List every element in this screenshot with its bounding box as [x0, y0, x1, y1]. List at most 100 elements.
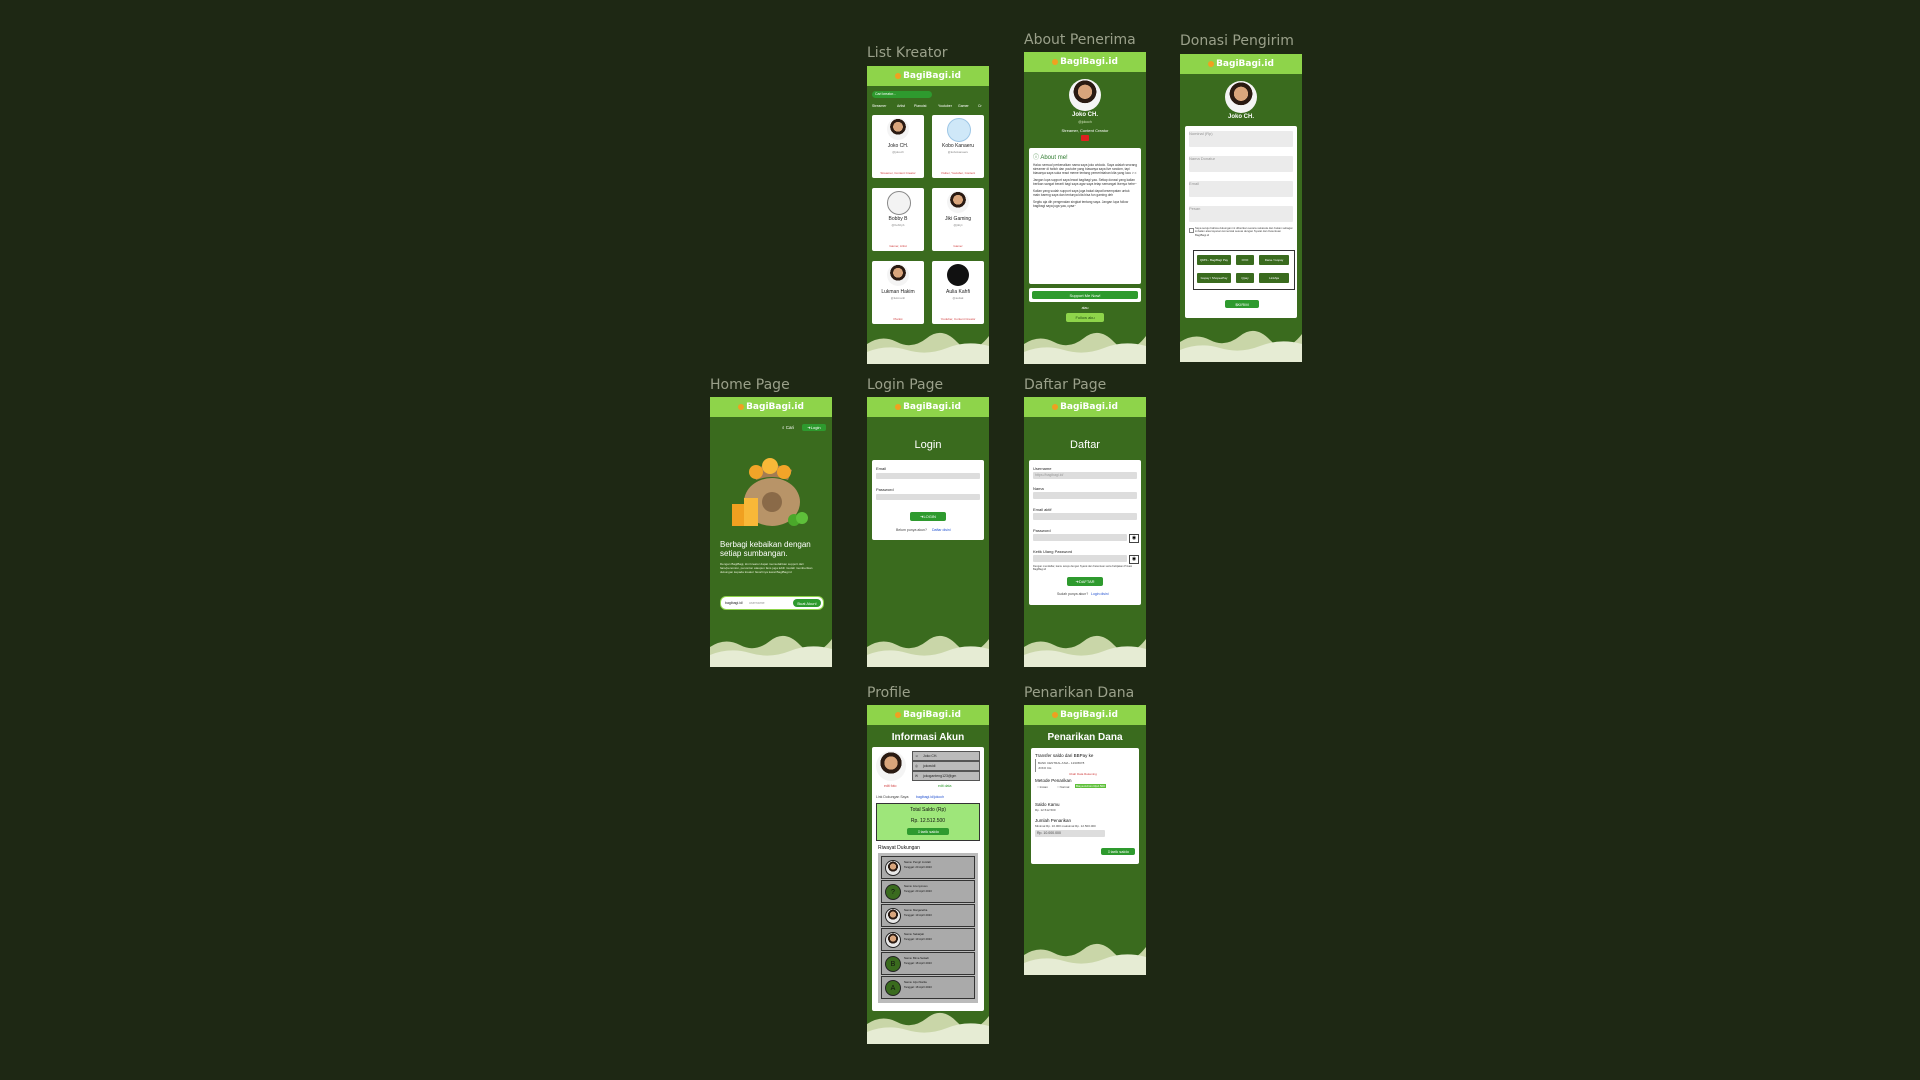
register-link[interactable]: Daftar disini: [932, 528, 950, 532]
app-header: BagiBagi.id: [1180, 54, 1302, 74]
frame-title-profile: Profile: [867, 685, 911, 701]
payment-gopay[interactable]: Gopay / ShopeePay: [1197, 273, 1231, 283]
tab-youtuber[interactable]: Youtuber: [938, 104, 952, 108]
eye-icon[interactable]: ◉: [1129, 555, 1139, 564]
payment-qpay[interactable]: Qpay: [1236, 273, 1254, 283]
method-instant[interactable]: ○ Instan: [1037, 785, 1048, 789]
register-submit-button[interactable]: ➜ DAFTAR: [1067, 577, 1103, 586]
tab-pianoist[interactable]: Pianoist: [914, 104, 926, 108]
have-account-text: Sudah punya akun?: [1057, 592, 1089, 596]
search-input[interactable]: Cari kreator...: [872, 91, 932, 98]
nominal-input[interactable]: [1189, 131, 1293, 147]
email-label: Email: [876, 466, 887, 471]
history-row: B Nama: Bima Setiadi Tanggal: 18 April 202…: [881, 952, 975, 975]
about-text: Haloo semua! perkenalkan nama saya joko …: [1033, 163, 1138, 208]
payment-dana[interactable]: Dana / Gopay: [1259, 255, 1289, 265]
email-input[interactable]: [1033, 513, 1137, 520]
email-input[interactable]: [1189, 181, 1293, 197]
create-account-button[interactable]: Buat Akun!: [793, 599, 821, 607]
username-placeholder: username: [749, 601, 765, 605]
password-input[interactable]: [1033, 534, 1127, 541]
login-submit-button[interactable]: ➜ LOGIN: [910, 512, 946, 521]
logo-icon: [1052, 404, 1059, 410]
payment-linkaja[interactable]: LinkAja: [1259, 273, 1289, 283]
avatar: [947, 264, 969, 286]
creator-handle: @bobbyb: [891, 223, 905, 227]
tab-more[interactable]: Cr: [978, 104, 982, 108]
login-button[interactable]: ➜ Login: [802, 424, 826, 431]
history-name: Nama: Pengri Jumlah: [904, 860, 931, 864]
tab-streamer[interactable]: Streamer: [872, 104, 886, 108]
creator-card[interactable]: Kobo Kanaeru @kobokanaeru Vtuber, Youtub…: [932, 115, 984, 178]
history-date: Tanggal: 18 April 2023: [904, 961, 932, 965]
agree-checkbox[interactable]: [1189, 228, 1194, 233]
logo-icon: [1052, 59, 1059, 65]
creator-card[interactable]: Bobby B @bobbyb Gamer, Artist: [872, 188, 924, 251]
search-icon: ⌕: [782, 425, 785, 430]
withdraw-button[interactable]: ⇩ tarik saldo: [907, 828, 949, 835]
tab-gamer[interactable]: Gamer: [958, 104, 969, 108]
payment-ovo[interactable]: OVO: [1236, 255, 1254, 265]
brand-name[interactable]: BagiBagi.id: [903, 402, 961, 412]
brand-name[interactable]: BagiBagi.id: [1060, 710, 1118, 720]
about-penerima-frame: BagiBagi.id Joko CH. @jokoch Streamer, C…: [1024, 52, 1146, 364]
account-name: Joko CH.: [923, 754, 938, 758]
login-form: Email Password ➜ LOGIN Belum punya akun?…: [872, 460, 984, 540]
creator-card[interactable]: Jiki Gaming @jikiyt Gamer: [932, 188, 984, 251]
hills-decoration: [867, 332, 989, 364]
support-link[interactable]: bagibagi.id/jokoch: [916, 795, 944, 799]
eye-icon[interactable]: ◉: [1129, 534, 1139, 543]
creator-card[interactable]: Joko CH. @jokoch Streamer, Content Creat…: [872, 115, 924, 178]
tab-artist[interactable]: Artist: [897, 104, 905, 108]
mail-icon: ✉: [915, 774, 918, 778]
profile-card: edit foto ☺ Joko CH. ◎ jokowidi ✉ jokogante…: [872, 747, 984, 1011]
youtube-icon[interactable]: [1081, 135, 1089, 141]
history-row: Nama: Margaretha Tanggal: 19 April 2023: [881, 904, 975, 927]
method-normal[interactable]: ○ Normal: [1057, 785, 1069, 789]
name-field: ☺ Joko CH.: [912, 751, 980, 761]
creator-card[interactable]: Aulia Kahfi @auliak Youtuber, Content Cr…: [932, 261, 984, 324]
search-link[interactable]: ⌕ Cari: [782, 425, 794, 430]
avatar: [947, 191, 969, 213]
edit-photo-link[interactable]: edit foto: [884, 784, 896, 788]
withdraw-submit-button[interactable]: ⇩ tarik saldo: [1101, 848, 1135, 855]
brand-name[interactable]: BagiBagi.id: [1216, 59, 1274, 69]
creator-card[interactable]: Lukman Hakim @lukmanh Pianist: [872, 261, 924, 324]
password-input[interactable]: [876, 494, 980, 500]
support-card: Support Me Now!: [1029, 288, 1141, 302]
history-avatar: ?: [885, 884, 901, 900]
list-kreator-frame: BagiBagi.id Cari kreator... Streamer Art…: [867, 66, 989, 364]
history-row: Nama: Pengri Jumlah Tanggal: 20 April 202…: [881, 856, 975, 879]
brand-name[interactable]: BagiBagi.id: [746, 402, 804, 412]
edit-data-link[interactable]: edit data: [938, 784, 951, 788]
history-avatar: [885, 860, 901, 876]
username-label: Username: [1033, 466, 1052, 471]
donor-name-input[interactable]: [1189, 156, 1293, 172]
brand-name[interactable]: BagiBagi.id: [1060, 402, 1118, 412]
email-label: Email aktif: [1033, 507, 1052, 512]
change-bank-link[interactable]: Ubah Data Rekening: [1069, 772, 1097, 776]
app-header: BagiBagi.id: [867, 705, 989, 725]
username-claim-input[interactable]: bagibagi.id/ username Buat Akun!: [720, 596, 824, 610]
repeat-password-input[interactable]: [1033, 555, 1127, 562]
history-title: Riwayat Dukungan: [878, 845, 920, 851]
message-input[interactable]: [1189, 206, 1293, 222]
login-link[interactable]: Login disini: [1091, 592, 1109, 596]
follow-button[interactable]: Follow aku: [1066, 313, 1104, 322]
brand-name[interactable]: BagiBagi.id: [903, 710, 961, 720]
support-button[interactable]: Support Me Now!: [1032, 291, 1138, 299]
creator-handle: @jokoch: [892, 150, 904, 154]
about-card: ⓘ About me! Haloo semua! perkenalkan nam…: [1029, 148, 1141, 284]
brand-name[interactable]: BagiBagi.id: [1060, 57, 1118, 67]
avatar: [947, 118, 971, 142]
creator-role: Pianist: [893, 317, 903, 321]
send-button[interactable]: $ KIRIM: [1225, 300, 1259, 308]
name-input[interactable]: [1033, 492, 1137, 499]
at-icon: ◎: [915, 764, 919, 768]
password-label: Password: [1033, 528, 1051, 533]
username-input[interactable]: https://bagibagi.id/: [1033, 472, 1137, 479]
brand-name[interactable]: BagiBagi.id: [903, 71, 961, 81]
payment-qris[interactable]: QRIS - BagiBagi Pay: [1197, 255, 1231, 265]
email-input[interactable]: [876, 473, 980, 479]
amount-input[interactable]: Rp. 10.000.000: [1035, 830, 1105, 837]
